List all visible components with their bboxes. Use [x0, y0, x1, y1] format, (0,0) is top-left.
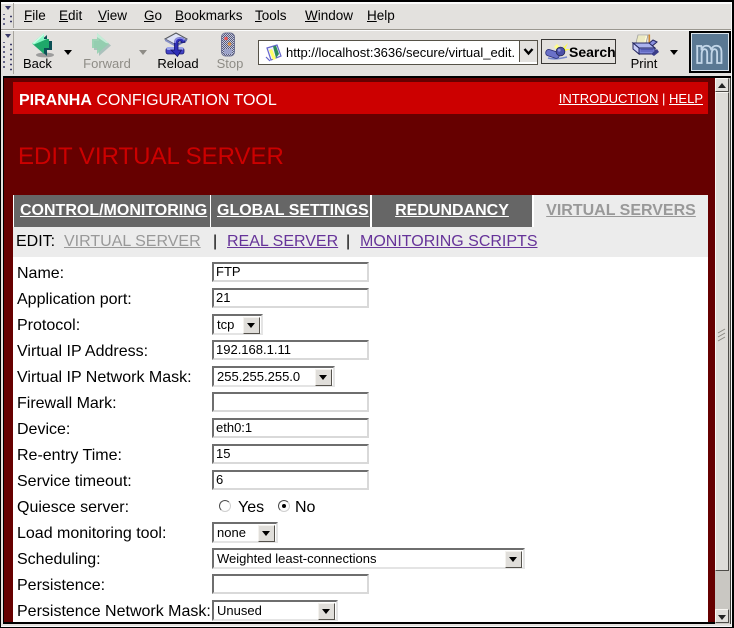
svg-text:m: m: [695, 34, 723, 70]
